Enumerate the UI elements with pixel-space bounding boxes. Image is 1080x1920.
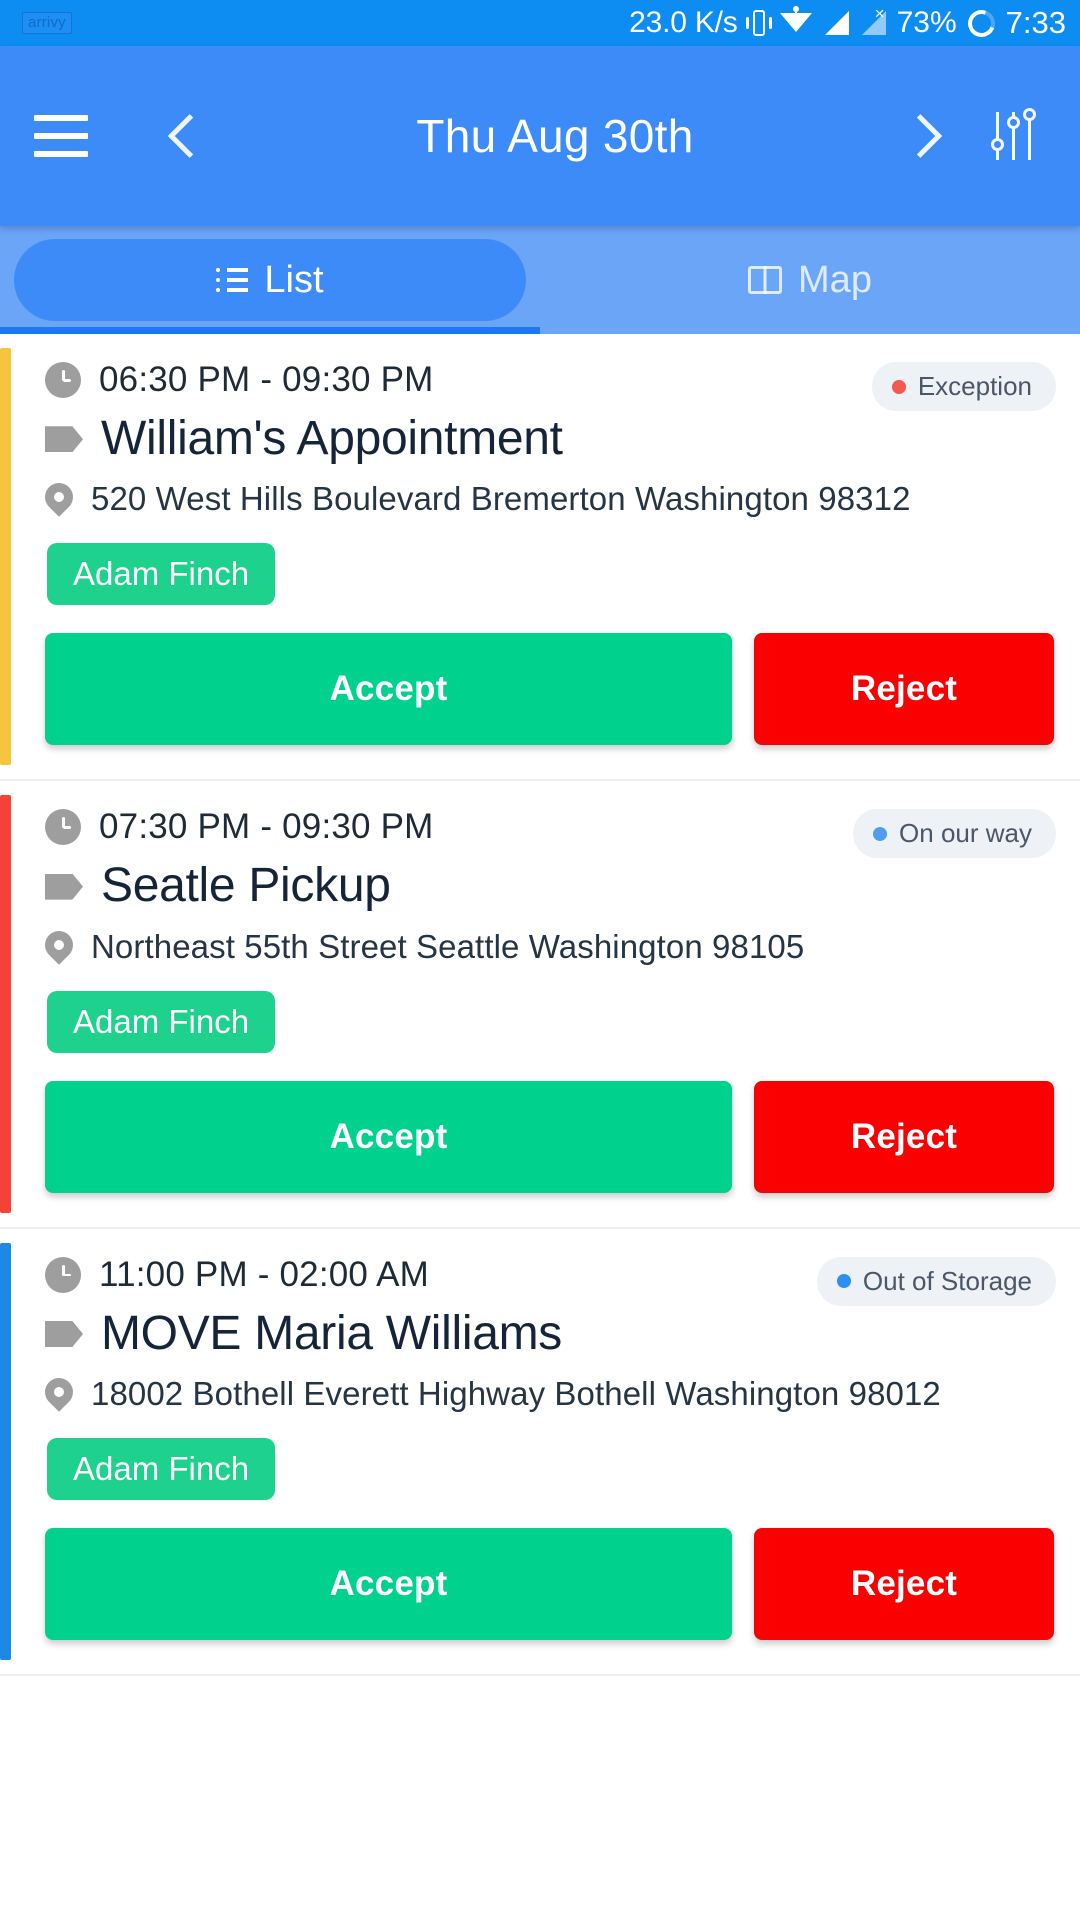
wifi-icon [779,6,812,38]
reject-button[interactable]: Reject [754,1080,1054,1193]
location-pin-icon [45,931,73,969]
battery-percent-text: 73% [896,6,957,39]
signal-no-service-icon: × [860,5,886,37]
tag-icon [45,1320,83,1347]
status-dot-icon [836,1274,851,1289]
task-time: 11:00 PM - 02:00 AM [99,1254,429,1294]
network-speed-text: 23.0 K/s [629,6,738,39]
task-accent-bar [0,795,11,1213]
clock-icon [45,809,81,846]
battery-icon [963,5,1000,41]
status-dot-icon [891,379,906,394]
reject-button[interactable]: Reject [754,633,1054,746]
task-time: 06:30 PM - 09:30 PM [99,360,434,399]
task-address: 18002 Bothell Everett Highway Bothell Wa… [91,1375,941,1413]
filter-sliders-icon[interactable] [990,108,1046,164]
tag-icon [45,426,83,453]
task-title: MOVE Maria Williams [101,1306,562,1360]
status-badge: On our way [853,809,1056,859]
tab-map-label: Map [798,258,872,301]
tab-list[interactable]: List [14,239,526,321]
location-pin-icon [45,1378,73,1416]
task-list: Exception 06:30 PM - 09:30 PM William's … [0,334,1080,1677]
task-card[interactable]: Exception 06:30 PM - 09:30 PM William's … [0,334,1080,782]
status-bar-left: arrivy [22,12,72,34]
clock-text: 7:33 [1005,5,1066,40]
list-icon [216,267,249,293]
status-badge: Out of Storage [816,1256,1056,1306]
task-address: Northeast 55th Street Seattle Washington… [91,927,805,965]
active-tab-indicator [0,327,540,334]
task-accent-bar [0,348,11,766]
page-title: Thu Aug 30th [416,110,694,162]
chevron-left-icon[interactable] [150,101,220,171]
app-bar: Thu Aug 30th [0,46,1080,226]
vibrate-icon [745,8,772,38]
task-title: Seatle Pickup [101,859,391,913]
hamburger-menu-icon[interactable] [34,115,88,157]
tab-list-label: List [264,258,324,301]
clock-icon [45,362,81,398]
location-pin-icon [45,483,73,521]
accept-button[interactable]: Accept [45,1080,732,1193]
status-badge-label: On our way [899,818,1032,849]
task-title: William's Appointment [101,412,563,465]
task-address-row: 520 West Hills Boulevard Bremerton Washi… [45,480,1058,521]
task-actions: Accept Reject [45,1528,1058,1641]
chevron-right-icon[interactable] [890,101,960,171]
task-title-row: Seatle Pickup [45,859,1058,913]
reject-button[interactable]: Reject [754,1528,1054,1641]
tag-icon [45,873,83,900]
map-icon [748,266,783,294]
task-actions: Accept Reject [45,1080,1058,1193]
status-badge-label: Out of Storage [862,1265,1032,1296]
task-title-row: MOVE Maria Williams [45,1306,1058,1360]
notification-arrivy-icon: arrivy [22,12,72,34]
clock-icon [45,1256,81,1293]
assignee-chip[interactable]: Adam Finch [47,1438,276,1501]
accept-button[interactable]: Accept [45,633,732,746]
task-title-row: William's Appointment [45,412,1058,465]
tab-map[interactable]: Map [554,239,1066,321]
accept-button[interactable]: Accept [45,1528,732,1641]
assignee-chip[interactable]: Adam Finch [47,990,276,1053]
status-bar: arrivy 23.0 K/s × 73% 7:33 [0,0,1080,46]
status-dot-icon [873,826,888,841]
assignee-chip[interactable]: Adam Finch [47,543,276,606]
task-address: 520 West Hills Boulevard Bremerton Washi… [91,480,911,518]
status-badge: Exception [871,362,1056,411]
task-address-row: Northeast 55th Street Seattle Washington… [45,928,1058,969]
status-badge-label: Exception [917,371,1032,401]
task-accent-bar [0,1242,11,1661]
signal-icon [823,9,849,37]
task-card[interactable]: On our way 07:30 PM - 09:30 PM Seatle Pi… [0,781,1080,1229]
status-bar-right: 23.0 K/s × 73% 7:33 [629,5,1066,41]
task-time: 07:30 PM - 09:30 PM [99,807,434,847]
view-tabs: List Map [0,226,1080,334]
task-actions: Accept Reject [45,633,1058,746]
task-card[interactable]: Out of Storage 11:00 PM - 02:00 AM MOVE … [0,1228,1080,1677]
task-address-row: 18002 Bothell Everett Highway Bothell Wa… [45,1375,1058,1416]
